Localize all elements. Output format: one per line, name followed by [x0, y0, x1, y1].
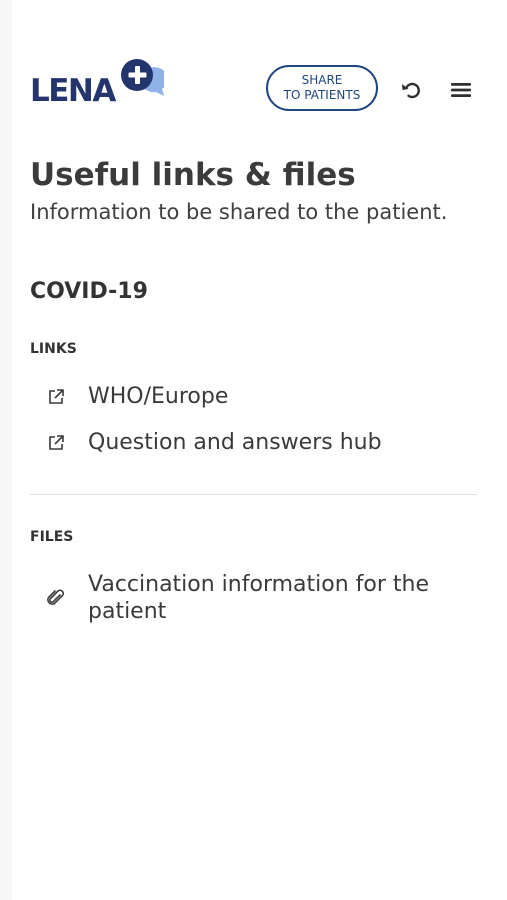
- logo-text: LENA: [30, 73, 116, 109]
- external-link-icon: [44, 385, 68, 409]
- plus-chat-icon: [121, 59, 164, 96]
- share-button-line-2: TO PATIENTS: [283, 88, 361, 102]
- page-title: Useful links & files: [30, 157, 356, 193]
- files-label: FILES: [30, 529, 74, 545]
- paperclip-icon: [44, 586, 68, 610]
- left-edge-shadow: [0, 0, 12, 900]
- app-header: LENA SHARE TO PATIENTS: [0, 0, 507, 130]
- page-subtitle: Information to be shared to the patient.: [30, 200, 448, 224]
- external-link-icon: [44, 431, 68, 455]
- share-to-patients-button[interactable]: SHARE TO PATIENTS: [266, 65, 378, 111]
- links-label: LINKS: [30, 341, 77, 357]
- hamburger-menu-icon: [451, 83, 471, 97]
- link-label: WHO/Europe: [88, 384, 229, 409]
- file-label: Vaccination information for the patient: [88, 572, 429, 624]
- lena-logo[interactable]: LENA: [30, 58, 165, 108]
- link-qa-hub[interactable]: Question and answers hub: [44, 429, 382, 457]
- section-divider: [30, 494, 477, 495]
- refresh-button[interactable]: [397, 76, 425, 104]
- undo-icon: [402, 82, 420, 99]
- menu-button[interactable]: [447, 76, 475, 104]
- link-who-europe[interactable]: WHO/Europe: [44, 383, 228, 411]
- share-button-line-1: SHARE: [301, 73, 343, 87]
- link-label: Question and answers hub: [88, 430, 382, 455]
- section-title-covid: COVID-19: [30, 279, 148, 304]
- file-vaccination-info[interactable]: Vaccination information for the patient: [44, 571, 464, 625]
